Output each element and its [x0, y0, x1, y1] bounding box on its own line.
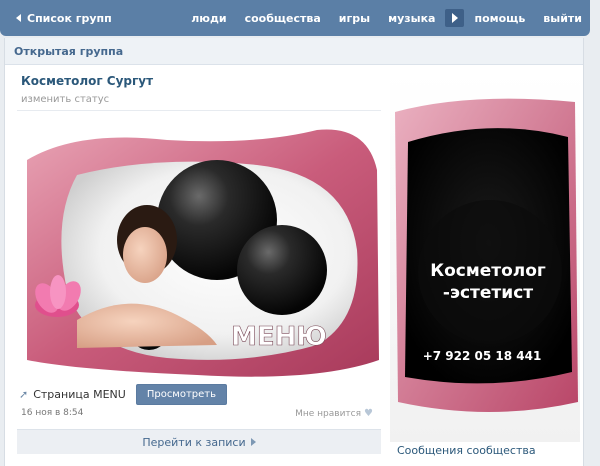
nav-communities[interactable]: сообщества [245, 12, 321, 25]
group-title: Косметолог Сургут [21, 74, 154, 88]
page-menu-label: Страница MENU [33, 388, 126, 401]
panel-header: Открытая группа [5, 38, 583, 65]
link-icon: ➚ [19, 388, 29, 401]
community-messages-link[interactable]: Сообщения сообщества [397, 444, 536, 457]
menu-banner-image[interactable]: МЕНЮ [17, 120, 382, 382]
main-nav: люди сообщества игры музыка помощь выйти [191, 0, 582, 36]
nav-games[interactable]: игры [339, 12, 370, 25]
side-banner-image[interactable]: Косметолог -эстетист +7 922 05 18 441 [390, 72, 580, 442]
go-to-post-label: Перейти к записи [142, 435, 246, 449]
back-to-groups-link[interactable]: Список групп [16, 12, 112, 25]
nav-people[interactable]: люди [191, 12, 226, 25]
side-title-line2: -эстетист [443, 283, 533, 303]
like-button[interactable]: Мне нравится ♥ [295, 408, 373, 419]
chevron-right-icon [250, 438, 256, 446]
change-status-link[interactable]: изменить статус [21, 94, 109, 105]
top-navigation-bar: Список групп люди сообщества игры музыка… [0, 0, 590, 36]
back-label: Список групп [27, 11, 112, 25]
divider [17, 110, 381, 111]
banner-menu-text: МЕНЮ [231, 322, 327, 352]
post-date[interactable]: 16 ноя в 8:54 [21, 408, 83, 418]
page-menu-row: ➚ Страница MENU Просмотреть [19, 384, 228, 405]
chevron-left-icon [16, 14, 21, 22]
group-page-panel: Открытая группа Косметолог Сургут измени… [4, 38, 584, 466]
nav-help[interactable]: помощь [474, 12, 525, 25]
side-phone: +7 922 05 18 441 [423, 349, 542, 363]
heart-icon: ♥ [364, 408, 373, 419]
go-to-post-button[interactable]: Перейти к записи [17, 429, 381, 454]
play-arrow-icon [451, 13, 458, 23]
view-button[interactable]: Просмотреть [135, 384, 228, 405]
side-title-line1: Косметолог [430, 261, 546, 281]
group-type-label: Открытая группа [14, 44, 124, 58]
nav-music[interactable]: музыка [388, 12, 435, 25]
like-label: Мне нравится [295, 408, 362, 419]
nav-logout[interactable]: выйти [543, 12, 582, 25]
nav-more-button[interactable] [445, 9, 465, 27]
